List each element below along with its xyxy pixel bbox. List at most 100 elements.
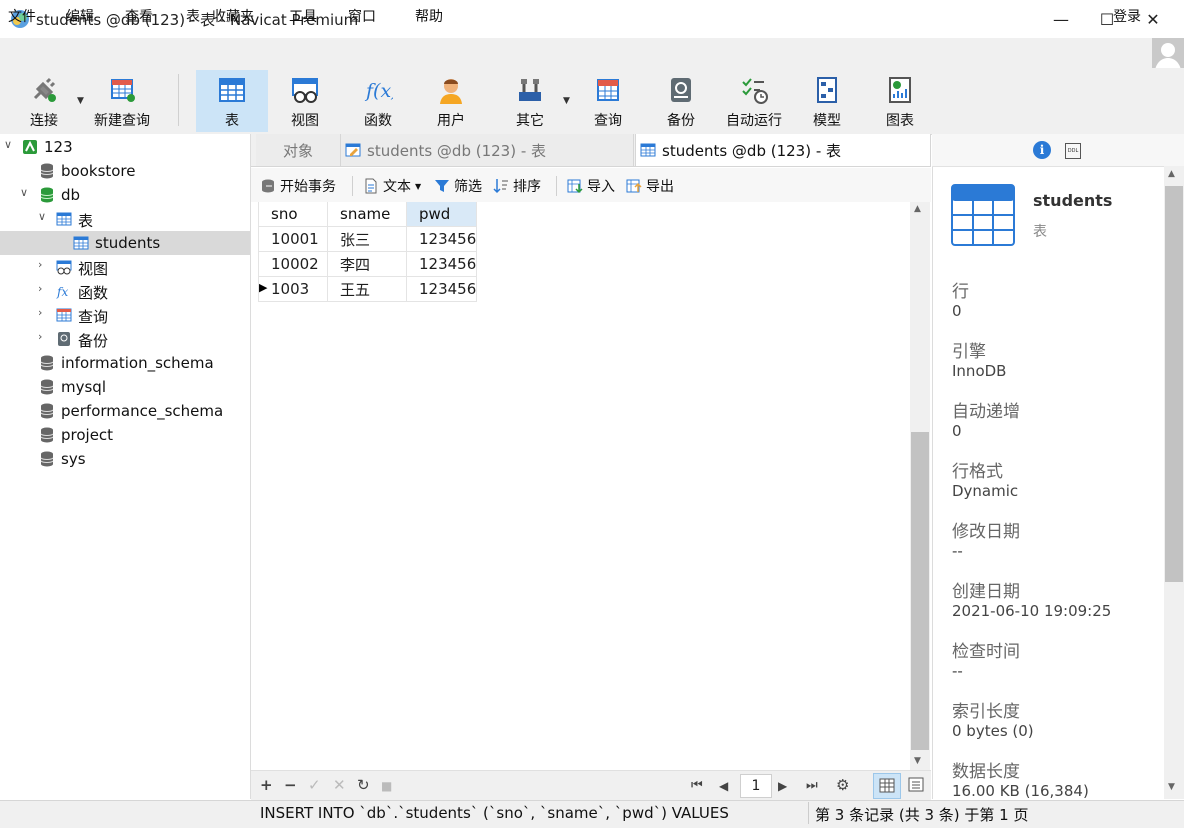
tree-item-students[interactable]: students bbox=[0, 231, 250, 255]
backup-label: 备份 bbox=[667, 113, 695, 129]
add-record-button[interactable]: + bbox=[260, 776, 273, 794]
chevron-down-icon[interactable]: ∨ bbox=[20, 186, 28, 199]
tree-item-information-schema[interactable]: information_schema bbox=[0, 351, 250, 375]
tree-item-backups[interactable]: › 备份 bbox=[0, 327, 250, 351]
table-cell[interactable]: 李四 bbox=[327, 251, 407, 277]
tree-item-tables[interactable]: ∨ 表 bbox=[0, 207, 250, 231]
automation-button[interactable]: 自动运行 bbox=[718, 70, 790, 132]
avatar[interactable] bbox=[1152, 38, 1184, 70]
object-name: students bbox=[1033, 191, 1113, 210]
tree-item-db[interactable]: ∨ db bbox=[0, 183, 250, 207]
menu-view[interactable]: 查看 bbox=[125, 6, 153, 26]
connect-dropdown-icon[interactable]: ▼ bbox=[77, 96, 84, 106]
column-header-sno[interactable]: sno bbox=[258, 202, 328, 227]
next-page-button[interactable]: ▶ bbox=[778, 779, 787, 793]
tab-objects[interactable]: 对象 bbox=[256, 134, 341, 166]
property-label: 自动递增 bbox=[952, 402, 1020, 422]
login-link[interactable]: 登录 bbox=[1113, 6, 1141, 26]
begin-transaction-button[interactable]: 开始事务 bbox=[260, 175, 336, 197]
menu-favorites[interactable]: 收藏夹 bbox=[212, 6, 254, 26]
user-button[interactable]: 用户 bbox=[415, 70, 487, 132]
chevron-right-icon[interactable]: › bbox=[38, 330, 42, 343]
column-header-pwd[interactable]: pwd bbox=[405, 202, 478, 227]
new-query-button[interactable]: 新建查询 bbox=[86, 70, 158, 132]
tree-item-views[interactable]: › 视图 bbox=[0, 255, 250, 279]
table-row[interactable]: 1003 王五 123456 bbox=[258, 276, 478, 302]
info-tab-icon[interactable]: i bbox=[1033, 141, 1051, 159]
menu-window[interactable]: 窗口 bbox=[348, 6, 376, 26]
discard-changes-button[interactable]: ✕ bbox=[333, 776, 346, 794]
prev-page-button[interactable]: ◀ bbox=[719, 779, 728, 793]
chevron-right-icon[interactable]: › bbox=[38, 306, 42, 319]
table-row[interactable]: 10002 李四 123456 bbox=[258, 251, 478, 277]
delete-record-button[interactable]: − bbox=[284, 776, 297, 794]
tree-item-functions[interactable]: › fx 函数 bbox=[0, 279, 250, 303]
menu-file[interactable]: 文件 bbox=[8, 6, 36, 26]
menu-tools[interactable]: 工具 bbox=[289, 6, 317, 26]
chart-button[interactable]: 图表 bbox=[864, 70, 936, 132]
query-button[interactable]: 查询 bbox=[572, 70, 644, 132]
last-page-button[interactable]: ⏭ bbox=[806, 778, 818, 793]
model-button[interactable]: 模型 bbox=[791, 70, 863, 132]
menu-table[interactable]: 表 bbox=[186, 6, 200, 26]
table-cell[interactable]: 10001 bbox=[258, 226, 328, 252]
info-scrollbar-thumb[interactable] bbox=[1165, 186, 1183, 582]
table-row[interactable]: 10001 张三 123456 bbox=[258, 226, 478, 252]
menu-edit[interactable]: 编辑 bbox=[66, 6, 94, 26]
first-page-button[interactable]: ⏮ bbox=[691, 778, 703, 793]
chevron-right-icon[interactable]: › bbox=[38, 282, 42, 295]
tree-item-performance-schema[interactable]: performance_schema bbox=[0, 399, 250, 423]
text-button[interactable]: 文本 ▼ bbox=[363, 175, 421, 197]
table-cell[interactable]: 10002 bbox=[258, 251, 328, 277]
table-cell[interactable]: 王五 bbox=[327, 276, 407, 302]
table-cell[interactable]: 123456 bbox=[405, 276, 478, 302]
chevron-down-icon[interactable]: ∨ bbox=[4, 138, 12, 151]
sort-button[interactable]: 排序 bbox=[493, 175, 541, 197]
filter-button[interactable]: 筛选 bbox=[434, 175, 482, 197]
menu-help[interactable]: 帮助 bbox=[415, 6, 443, 26]
view-label: 视图 bbox=[291, 113, 319, 129]
settings-icon[interactable]: ⚙ bbox=[836, 776, 849, 794]
scroll-up-icon[interactable]: ▲ bbox=[1168, 169, 1175, 179]
function-button[interactable]: f(x) 函数 bbox=[342, 70, 414, 132]
property-label: 行格式 bbox=[952, 462, 1003, 482]
scroll-down-icon[interactable]: ▼ bbox=[914, 756, 921, 766]
tree-item-bookstore[interactable]: bookstore bbox=[0, 159, 250, 183]
property-label: 数据长度 bbox=[952, 762, 1020, 782]
scroll-up-icon[interactable]: ▲ bbox=[914, 204, 921, 214]
tree-item-connection-123[interactable]: ∨ 123 bbox=[0, 135, 250, 159]
others-button[interactable]: 其它 bbox=[494, 70, 566, 132]
table-icon bbox=[951, 184, 1015, 246]
view-button[interactable]: 视图 bbox=[269, 70, 341, 132]
table-button[interactable]: 表 bbox=[196, 70, 268, 132]
table-cell[interactable]: 张三 bbox=[327, 226, 407, 252]
tab-students-design[interactable]: students @db (123) - 表 bbox=[341, 134, 634, 166]
grid-navigation-bar bbox=[251, 770, 931, 801]
column-header-sname[interactable]: sname bbox=[327, 202, 407, 227]
tree-item-sys[interactable]: sys bbox=[0, 447, 250, 471]
stop-button[interactable]: ■ bbox=[381, 779, 392, 793]
apply-changes-button[interactable]: ✓ bbox=[308, 776, 321, 794]
grid-scrollbar-thumb[interactable] bbox=[911, 432, 929, 750]
connect-button[interactable]: 连接 bbox=[8, 70, 80, 132]
tree-item-project[interactable]: project bbox=[0, 423, 250, 447]
chevron-right-icon[interactable]: › bbox=[38, 258, 42, 271]
grid-view-toggle[interactable] bbox=[873, 773, 901, 799]
backup-button[interactable]: 备份 bbox=[645, 70, 717, 132]
chevron-down-icon[interactable]: ∨ bbox=[38, 210, 46, 223]
table-cell[interactable]: 123456 bbox=[405, 251, 478, 277]
page-number-input[interactable]: 1 bbox=[740, 774, 772, 798]
tree-item-mysql[interactable]: mysql bbox=[0, 375, 250, 399]
tree-item-queries[interactable]: › 查询 bbox=[0, 303, 250, 327]
tab-students-data[interactable]: students @db (123) - 表 bbox=[635, 134, 931, 166]
refresh-button[interactable]: ↻ bbox=[357, 776, 370, 794]
others-dropdown-icon[interactable]: ▼ bbox=[563, 96, 570, 106]
form-view-toggle[interactable] bbox=[903, 773, 929, 797]
scroll-down-icon[interactable]: ▼ bbox=[1168, 782, 1175, 792]
minimize-button[interactable]: — bbox=[1038, 0, 1084, 38]
export-button[interactable]: 导出 bbox=[626, 175, 674, 197]
table-cell[interactable]: 123456 bbox=[405, 226, 478, 252]
import-button[interactable]: 导入 bbox=[567, 175, 615, 197]
ddl-tab-icon[interactable]: DDL bbox=[1065, 143, 1081, 159]
table-cell[interactable]: 1003 bbox=[258, 276, 328, 302]
